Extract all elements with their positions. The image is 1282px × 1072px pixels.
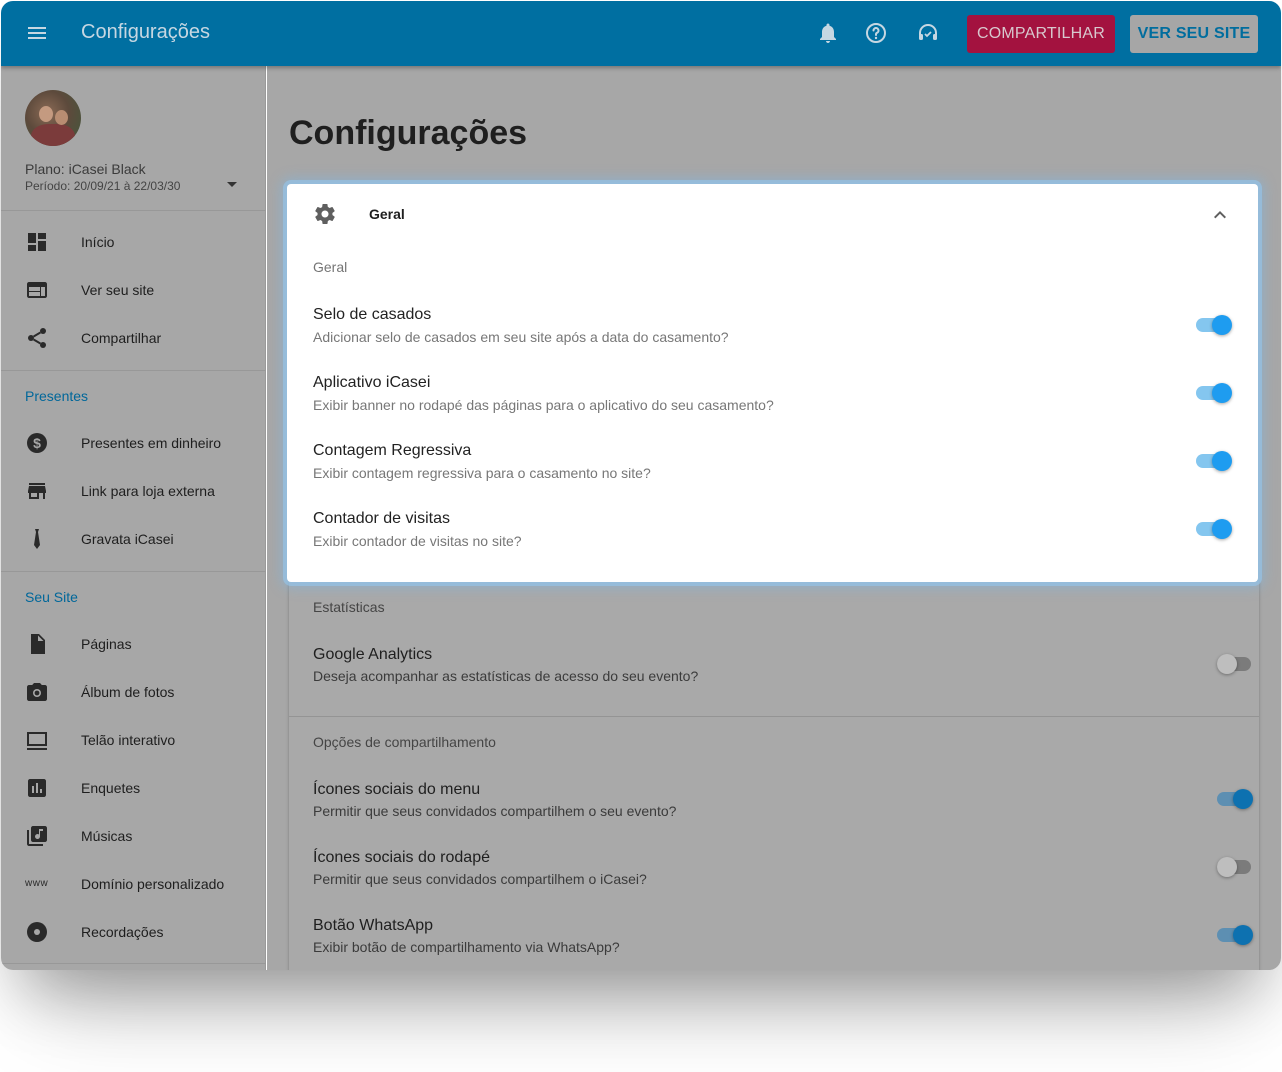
share-button[interactable]: COMPARTILHAR [967, 15, 1115, 53]
disc-icon [27, 922, 47, 942]
chevron-up-icon[interactable] [1208, 203, 1232, 227]
app-window: Configurações COMPARTILHAR VER SEU SITE … [1, 1, 1281, 970]
divider [1, 963, 266, 964]
support-headset-icon[interactable] [916, 21, 940, 45]
sidebar-item-link-loja-externa[interactable]: Link para loja externa [1, 467, 266, 515]
section-label-presentes: Presentes [25, 388, 89, 404]
option-title: Ícones sociais do rodapé [313, 849, 490, 866]
tie-icon [34, 529, 40, 549]
sidebar-item-label: Álbum de fotos [81, 684, 175, 700]
app-bar-title: Configurações [81, 21, 210, 43]
sidebar-item-inicio[interactable]: Início [1, 218, 266, 266]
top-app-bar: Configurações COMPARTILHAR VER SEU SITE [1, 1, 1281, 66]
store-icon [28, 483, 46, 499]
page-icon [31, 634, 45, 654]
sidebar-item-label: Ver seu site [81, 282, 155, 298]
sidebar-item-recordacoes[interactable]: Recordações [1, 908, 266, 956]
option-description: Adicionar selo de casados em seu site ap… [313, 329, 729, 345]
option-description: Permitir que seus convidados compartilhe… [313, 803, 677, 819]
sidebar-item-label: Recordações [81, 924, 164, 940]
sidebar-item-label: Compartilhar [81, 330, 162, 346]
period-label: Período: 20/09/21 à 22/03/30 [25, 179, 181, 193]
card-subheader: Geral [313, 259, 348, 275]
divider [1, 571, 266, 572]
option-description: Exibir banner no rodapé das páginas para… [313, 397, 774, 413]
sidebar-item-compartilhar[interactable]: Compartilhar [1, 314, 266, 362]
page-title: Configurações [289, 114, 528, 152]
sidebar-item-paginas[interactable]: Páginas [1, 620, 266, 668]
sidebar-item-presentes-em-dinheiro[interactable]: $ Presentes em dinheiro [1, 419, 266, 467]
avatar[interactable] [25, 90, 81, 146]
sidebar-item-label: Presentes em dinheiro [81, 435, 222, 451]
gear-icon [315, 204, 335, 225]
general-settings-card: Geral Geral Selo de casados Adicionar se… [287, 184, 1258, 582]
whatsapp-button-toggle[interactable] [1217, 923, 1253, 947]
menu-social-icons-toggle[interactable] [1217, 787, 1253, 811]
dashboard-icon [28, 233, 46, 251]
music-icon [27, 826, 47, 846]
option-description: Deseja acompanhar as estatísticas de ace… [313, 668, 699, 684]
google-analytics-toggle[interactable] [1217, 652, 1253, 676]
divider [289, 716, 1259, 717]
menu-icon[interactable] [25, 21, 49, 45]
subheader-estatisticas: Estatísticas [313, 599, 385, 615]
share-icon [28, 328, 46, 348]
option-title: Selo de casados [313, 306, 432, 323]
married-seal-toggle[interactable] [1196, 313, 1232, 337]
sidebar-item-label: Início [81, 234, 115, 250]
sidebar-item-gravata-icasei[interactable]: Gravata iCasei [1, 515, 266, 563]
sidebar-item-label: Telão interativo [81, 732, 176, 748]
notifications-bell-icon[interactable] [816, 21, 840, 45]
sidebar-item-label: Músicas [81, 828, 133, 844]
help-icon[interactable] [864, 21, 888, 45]
countdown-toggle[interactable] [1196, 449, 1232, 473]
option-description: Exibir contador de visitas no site? [313, 533, 522, 549]
visit-counter-toggle[interactable] [1196, 517, 1232, 541]
sidebar-item-label: Páginas [81, 636, 132, 652]
option-title: Contador de visitas [313, 510, 450, 527]
sidebar-item-label: Link para loja externa [81, 483, 215, 499]
sidebar: Plano: iCasei Black Período: 20/09/21 à … [1, 66, 266, 970]
sidebar-item-label: Domínio personalizado [81, 876, 225, 892]
option-description: Permitir que seus convidados compartilhe… [313, 871, 647, 887]
sidebar-item-enquetes[interactable]: Enquetes [1, 764, 266, 812]
option-title: Ícones sociais do menu [313, 781, 481, 798]
sidebar-item-album-de-fotos[interactable]: Álbum de fotos [1, 668, 266, 716]
card-title: Geral [369, 206, 405, 222]
settings-card-more: Estatísticas Google Analytics Deseja aco… [289, 581, 1259, 970]
option-title: Contagem Regressiva [313, 442, 472, 459]
option-description: Exibir contagem regressiva para o casame… [313, 465, 651, 481]
web-icon [27, 282, 47, 298]
view-site-button[interactable]: VER SEU SITE [1130, 15, 1258, 53]
subheader-compartilhamento: Opções de compartilhamento [313, 734, 496, 750]
sidebar-item-telao-interativo[interactable]: Telão interativo [1, 716, 266, 764]
chevron-down-icon[interactable] [227, 182, 237, 187]
money-icon: $ [27, 433, 47, 453]
footer-social-icons-toggle[interactable] [1217, 855, 1253, 879]
plan-label: Plano: iCasei Black [25, 161, 146, 177]
option-title: Botão WhatsApp [313, 917, 434, 934]
app-banner-toggle[interactable] [1196, 381, 1232, 405]
sidebar-item-label: Enquetes [81, 780, 141, 796]
svg-text:$: $ [33, 435, 41, 451]
section-label-seu-site: Seu Site [25, 589, 78, 605]
divider [1, 370, 266, 371]
camera-icon [27, 683, 47, 701]
option-title: Aplicativo iCasei [313, 374, 431, 391]
option-description: Exibir botão de compartilhamento via Wha… [313, 939, 620, 955]
sidebar-item-musicas[interactable]: Músicas [1, 812, 266, 860]
www-icon: www [25, 878, 49, 889]
sidebar-item-label: Gravata iCasei [81, 531, 174, 547]
sidebar-item-ver-seu-site[interactable]: Ver seu site [1, 266, 266, 314]
divider [1, 210, 266, 211]
poll-icon [28, 779, 46, 797]
screen-icon [27, 732, 47, 750]
option-title: Google Analytics [313, 646, 433, 663]
sidebar-item-dominio-personalizado[interactable]: www Domínio personalizado [1, 860, 266, 908]
